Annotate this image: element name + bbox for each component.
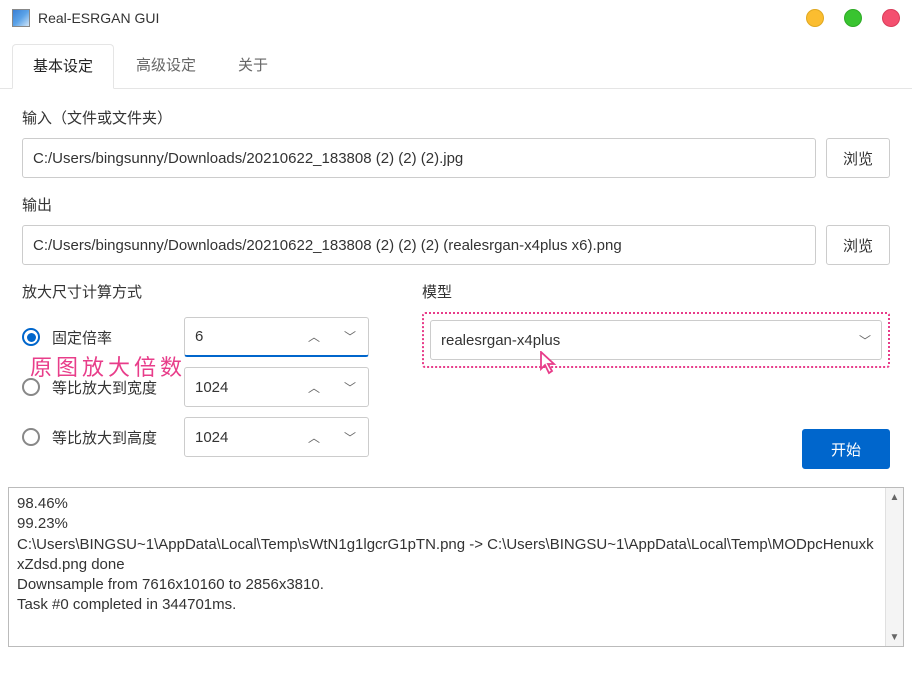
ratio-down-icon[interactable]: ﹀ — [332, 317, 368, 357]
scroll-down-icon[interactable]: ▼ — [886, 628, 903, 646]
output-label: 输出 — [22, 194, 890, 215]
input-label: 输入（文件或文件夹） — [22, 107, 890, 128]
model-highlight: realesrgan-x4plus ﹀ — [422, 312, 890, 368]
browse-output-button[interactable]: 浏览 — [826, 225, 890, 265]
radio-to-width[interactable] — [22, 378, 40, 396]
height-down-icon[interactable]: ﹀ — [332, 417, 368, 457]
width-down-icon[interactable]: ﹀ — [332, 367, 368, 407]
height-up-icon[interactable]: ︿ — [296, 417, 332, 457]
browse-input-button[interactable]: 浏览 — [826, 138, 890, 178]
radio-to-height[interactable] — [22, 428, 40, 446]
tab-bar: 基本设定 高级设定 关于 — [0, 36, 912, 89]
app-title: Real-ESRGAN GUI — [38, 10, 159, 26]
tab-advanced[interactable]: 高级设定 — [116, 44, 216, 88]
width-value: 1024 — [185, 379, 296, 396]
ratio-spinner[interactable]: 6 ︿ ﹀ — [184, 317, 369, 357]
model-label: 模型 — [422, 281, 890, 302]
width-up-icon[interactable]: ︿ — [296, 367, 332, 407]
model-combobox[interactable]: realesrgan-x4plus ﹀ — [430, 320, 882, 360]
height-spinner[interactable]: 1024 ︿ ﹀ — [184, 417, 369, 457]
scale-method-label: 放大尺寸计算方式 — [22, 281, 392, 302]
log-scrollbar[interactable]: ▲ ▼ — [885, 488, 903, 646]
radio-to-width-label: 等比放大到宽度 — [52, 377, 172, 398]
tab-about[interactable]: 关于 — [218, 44, 288, 88]
tab-basic[interactable]: 基本设定 — [12, 44, 114, 89]
chevron-down-icon: ﹀ — [859, 332, 871, 349]
radio-fixed-ratio-label: 固定倍率 — [52, 327, 172, 348]
scroll-up-icon[interactable]: ▲ — [886, 488, 903, 506]
close-button[interactable] — [882, 9, 900, 27]
content-pane: 输入（文件或文件夹） 浏览 输出 浏览 放大尺寸计算方式 固定倍率 6 ︿ ﹀ — [0, 89, 912, 469]
window-controls — [806, 9, 900, 27]
radio-fixed-ratio[interactable] — [22, 328, 40, 346]
maximize-button[interactable] — [844, 9, 862, 27]
minimize-button[interactable] — [806, 9, 824, 27]
radio-to-height-label: 等比放大到高度 — [52, 427, 172, 448]
titlebar: Real-ESRGAN GUI — [0, 0, 912, 36]
start-button[interactable]: 开始 — [802, 429, 890, 469]
width-spinner[interactable]: 1024 ︿ ﹀ — [184, 367, 369, 407]
log-panel: 98.46% 99.23% C:\Users\BINGSU~1\AppData\… — [8, 487, 904, 647]
ratio-up-icon[interactable]: ︿ — [296, 317, 332, 357]
model-value: realesrgan-x4plus — [441, 332, 560, 349]
height-value: 1024 — [185, 429, 296, 446]
ratio-value: 6 — [185, 328, 296, 345]
log-text[interactable]: 98.46% 99.23% C:\Users\BINGSU~1\AppData\… — [9, 488, 885, 646]
app-icon — [12, 9, 30, 27]
input-path-field[interactable] — [22, 138, 816, 178]
output-path-field[interactable] — [22, 225, 816, 265]
